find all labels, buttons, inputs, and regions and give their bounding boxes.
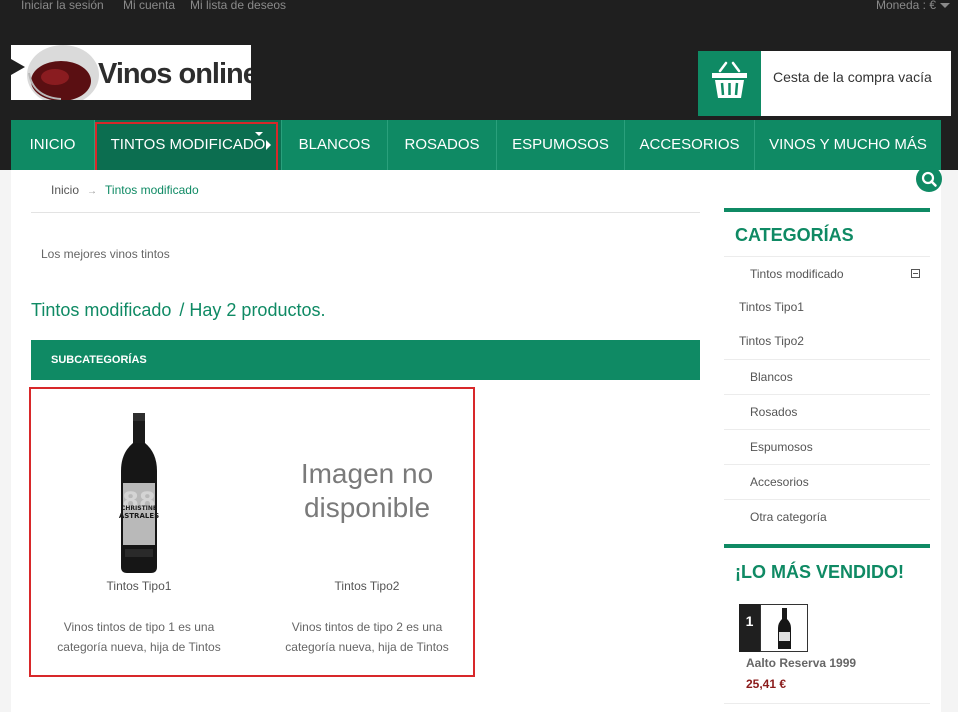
arrow-separator-icon: → bbox=[87, 186, 98, 197]
category-heading: Tintos modificado / Hay 2 productos. bbox=[31, 300, 325, 321]
sidebar-category-tintos-tipo2[interactable]: Tintos Tipo2 bbox=[724, 324, 930, 359]
highlight-frame-nav bbox=[95, 122, 278, 174]
wine-bottle-thumb-icon bbox=[778, 608, 791, 649]
divider bbox=[31, 212, 700, 213]
bestseller-thumbnail[interactable] bbox=[760, 604, 808, 652]
subcategories-header: SUBCATEGORÍAS bbox=[31, 340, 700, 380]
subcategory-description: Vinos tintos de tipo 1 es una categoría … bbox=[57, 620, 221, 654]
nav-item-rosados[interactable]: ROSADOS bbox=[388, 120, 497, 170]
nav-item-accesorios[interactable]: ACCESORIOS bbox=[625, 120, 755, 170]
sidebar-category-accesorios[interactable]: Accesorios bbox=[724, 464, 930, 499]
bottle-label-text-2: ASTRALES bbox=[119, 512, 159, 520]
bestseller-price: 25,41 € bbox=[746, 677, 787, 691]
sidebar-category-otra-categoria[interactable]: Otra categoría bbox=[724, 499, 930, 534]
categories-title: CATEGORÍAS bbox=[735, 225, 854, 245]
caret-down-icon bbox=[940, 3, 950, 9]
basket-icon bbox=[712, 61, 747, 98]
bestseller-name[interactable]: Aalto Reserva 1999 bbox=[746, 656, 856, 670]
subcategory-name[interactable]: Tintos Tipo2 bbox=[267, 579, 467, 593]
account-link[interactable]: Mi cuenta bbox=[123, 0, 175, 12]
subcategories-title: SUBCATEGORÍAS bbox=[51, 354, 147, 366]
nav-item-vinos-y-mucho-mas[interactable]: VINOS Y MUCHO MÁS bbox=[755, 120, 941, 170]
site-logo[interactable]: Vinos online bbox=[11, 45, 251, 100]
bestsellers-title: ¡LO MÁS VENDIDO! bbox=[735, 562, 904, 582]
cart-icon-box bbox=[698, 51, 761, 116]
category-name: Tintos modificado bbox=[31, 300, 172, 320]
bestsellers-accent-bar bbox=[724, 544, 930, 548]
nav-item-inicio[interactable]: INICIO bbox=[11, 120, 95, 170]
breadcrumb: Inicio → Tintos modificado bbox=[51, 183, 199, 197]
categories-accent-bar bbox=[724, 208, 930, 212]
product-count: / Hay 2 productos. bbox=[179, 300, 326, 320]
sidebar-category-tintos-modificado[interactable]: Tintos modificado bbox=[724, 256, 930, 291]
wine-glass-logo-icon bbox=[11, 45, 99, 100]
subcategory-description: Vinos tintos de tipo 2 es una categoría … bbox=[285, 620, 449, 654]
breadcrumb-home[interactable]: Inicio bbox=[51, 183, 79, 197]
top-bar: Iniciar la sesión Mi cuenta Mi lista de … bbox=[0, 0, 958, 14]
wishlist-link[interactable]: Mi lista de deseos bbox=[190, 0, 286, 12]
currency-selector[interactable]: Moneda : € bbox=[876, 0, 950, 12]
currency-label: Moneda : € bbox=[875, 0, 936, 12]
bestseller-rank: 1 bbox=[739, 604, 760, 652]
sidebar-category-blancos[interactable]: Blancos bbox=[724, 359, 930, 394]
sidebar-category-tintos-tipo1[interactable]: Tintos Tipo1 bbox=[724, 290, 930, 325]
nav-item-blancos[interactable]: BLANCOS bbox=[282, 120, 388, 170]
sidebar-category-espumosos[interactable]: Espumosos bbox=[724, 429, 930, 464]
login-link[interactable]: Iniciar la sesión bbox=[21, 0, 104, 12]
nav-item-espumosos[interactable]: ESPUMOSOS bbox=[497, 120, 625, 170]
wine-bottle-image[interactable]: 88 CHRISTINE ASTRALES bbox=[39, 409, 239, 579]
sidebar-category-label: Tintos modificado bbox=[750, 267, 844, 281]
image-unavailable-placeholder[interactable]: Imagen no disponible bbox=[285, 457, 449, 525]
bottle-label-text-1: CHRISTINE bbox=[121, 505, 157, 512]
logo-text: Vinos online bbox=[98, 58, 251, 90]
cart-status: Cesta de la compra vacía bbox=[773, 69, 932, 85]
search-icon bbox=[921, 171, 937, 187]
subcategories-list: 88 CHRISTINE ASTRALES Tintos Tipo1 Vinos… bbox=[29, 387, 475, 677]
breadcrumb-current: Tintos modificado bbox=[105, 183, 199, 197]
search-button[interactable] bbox=[916, 166, 942, 192]
sidebar-category-rosados[interactable]: Rosados bbox=[724, 394, 930, 429]
collapse-icon[interactable] bbox=[911, 269, 920, 278]
cart-widget[interactable]: Cesta de la compra vacía bbox=[698, 51, 951, 116]
category-description: Los mejores vinos tintos bbox=[41, 247, 170, 261]
divider bbox=[724, 703, 930, 704]
subcategory-name[interactable]: Tintos Tipo1 bbox=[39, 579, 239, 593]
